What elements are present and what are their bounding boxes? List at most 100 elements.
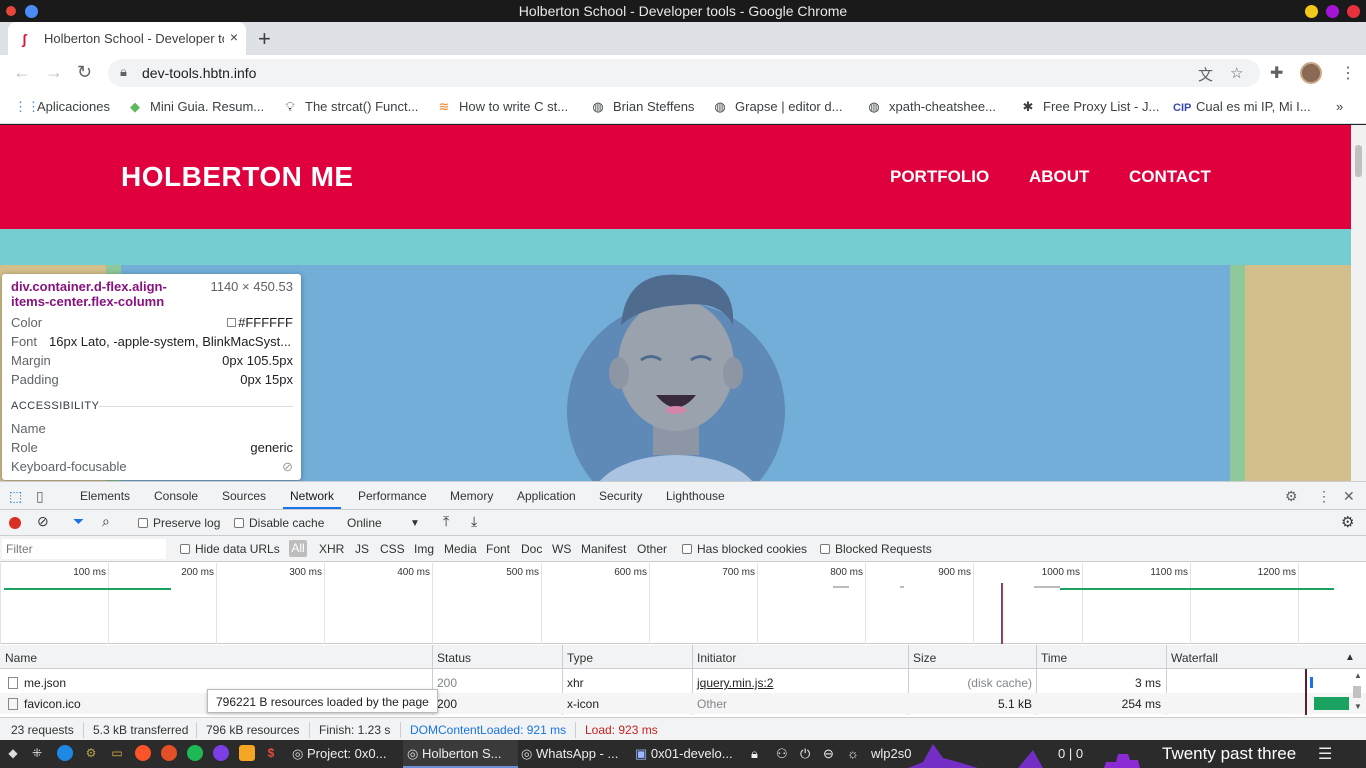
bookmarks-overflow-icon[interactable]: »: [1336, 99, 1343, 114]
browser-tab[interactable]: ʃ Holberton School - Developer tools ×: [8, 22, 246, 55]
reload-icon[interactable]: ↻: [77, 62, 92, 83]
tab-elements[interactable]: Elements: [80, 489, 130, 503]
filter-funnel-icon[interactable]: ⏷: [73, 513, 84, 530]
site-brand[interactable]: HOLBERTON ME: [121, 161, 354, 193]
filter-type-doc[interactable]: Doc: [521, 542, 542, 556]
extensions-puzzle-icon[interactable]: ✚: [1270, 63, 1283, 83]
power-icon[interactable]: ⏻: [800, 746, 810, 762]
chat-icon[interactable]: [239, 745, 255, 761]
nav-portfolio[interactable]: PORTFOLIO: [890, 167, 989, 187]
folder-icon[interactable]: ▭: [109, 745, 125, 761]
settings-gear-icon[interactable]: ⚙: [83, 745, 99, 761]
translate-icon[interactable]: 文: [1198, 64, 1213, 85]
lock-icon[interactable]: 🔒︎: [120, 64, 127, 80]
clear-icon[interactable]: ⊘: [37, 513, 49, 530]
record-button[interactable]: [9, 517, 21, 529]
nav-about[interactable]: ABOUT: [1029, 167, 1089, 187]
column-waterfall[interactable]: Waterfall: [1171, 651, 1218, 665]
sort-ascending-icon[interactable]: ▲: [1345, 652, 1355, 663]
launcher-icon[interactable]: ⁜: [29, 745, 45, 761]
minimize-button[interactable]: [1305, 5, 1318, 18]
close-window-button[interactable]: [1347, 5, 1360, 18]
back-arrow-icon[interactable]: ←: [13, 62, 31, 83]
devtools-menu-icon[interactable]: ⋮: [1317, 488, 1331, 505]
scroll-down-icon[interactable]: ▼: [1354, 702, 1362, 711]
maximize-button[interactable]: [1326, 5, 1339, 18]
bookmark-xpath[interactable]: ◍ xpath-cheatshee...: [866, 99, 996, 115]
bookmark-strcat[interactable]: 💡︎ The strcat() Funct...: [282, 99, 418, 115]
tab-performance[interactable]: Performance: [358, 489, 427, 503]
filter-type-media[interactable]: Media: [444, 542, 477, 556]
chrome-menu-icon[interactable]: ⋮: [1340, 63, 1356, 83]
tab-sources[interactable]: Sources: [222, 489, 266, 503]
device-toolbar-icon[interactable]: ▯: [36, 488, 44, 505]
slack-icon[interactable]: [161, 745, 177, 761]
new-tab-button[interactable]: +: [258, 26, 271, 52]
hamburger-menu-icon[interactable]: ☰: [1318, 744, 1332, 764]
address-bar[interactable]: 🔒︎ dev-tools.hbtn.info 文 ☆: [108, 59, 1260, 87]
scroll-up-icon[interactable]: ▲: [1354, 671, 1362, 680]
no-entry-icon[interactable]: ⊖: [823, 746, 834, 762]
table-scrollbar[interactable]: ▲ ▼: [1350, 671, 1365, 716]
users-icon[interactable]: ⚇: [776, 746, 788, 762]
brightness-icon[interactable]: ☼: [847, 746, 859, 761]
blocked-requests-checkbox[interactable]: Blocked Requests: [820, 542, 932, 556]
preserve-log-checkbox[interactable]: Preserve log: [138, 516, 220, 530]
profile-avatar[interactable]: [1300, 62, 1322, 84]
column-size[interactable]: Size: [913, 651, 936, 665]
tab-network[interactable]: Network: [290, 489, 334, 503]
network-overview-timeline[interactable]: 100 ms 200 ms 300 ms 400 ms 500 ms 600 m…: [0, 563, 1366, 644]
tab-application[interactable]: Application: [517, 489, 576, 503]
initiator-link[interactable]: jquery.min.js:2: [697, 676, 773, 690]
has-blocked-cookies-checkbox[interactable]: Has blocked cookies: [682, 542, 807, 556]
network-settings-gear-icon[interactable]: ⚙: [1341, 513, 1354, 531]
filter-type-js[interactable]: JS: [355, 542, 369, 556]
table-row[interactable]: favicon.ico 200 x-icon Other 5.1 kB 254 …: [0, 693, 1366, 714]
close-devtools-icon[interactable]: ✕: [1343, 488, 1355, 505]
column-time[interactable]: Time: [1041, 651, 1067, 665]
throttling-select[interactable]: Online: [347, 516, 382, 530]
bookmark-cual-es-mi-ip[interactable]: CIP Cual es mi IP, Mi I...: [1173, 99, 1311, 114]
filter-input[interactable]: [2, 539, 166, 559]
taskbar-item-whatsapp[interactable]: ◎ WhatsApp - ...: [521, 746, 618, 762]
tab-lighthouse[interactable]: Lighthouse: [666, 489, 725, 503]
taskbar-item-project[interactable]: ◎ Project: 0x0...: [292, 746, 386, 762]
page-scrollbar-thumb[interactable]: [1355, 145, 1362, 177]
url-text[interactable]: dev-tools.hbtn.info: [142, 65, 256, 81]
table-row[interactable]: me.json 200 xhr jquery.min.js:2 (disk ca…: [0, 672, 1366, 693]
bookmark-brian-steffens[interactable]: ◍ Brian Steffens: [590, 99, 694, 115]
nav-contact[interactable]: CONTACT: [1129, 167, 1211, 187]
brave-icon[interactable]: [135, 745, 151, 761]
lock-icon[interactable]: 🔒︎: [751, 746, 758, 762]
filter-type-ws[interactable]: WS: [552, 542, 571, 556]
search-icon[interactable]: ⌕: [102, 513, 110, 530]
apps-menu-icon[interactable]: ◆: [5, 745, 21, 761]
export-har-icon[interactable]: ⤓: [471, 513, 477, 530]
hide-data-urls-checkbox[interactable]: Hide data URLs: [180, 542, 280, 556]
bookmark-mini-guia[interactable]: ◆ Mini Guia. Resum...: [127, 99, 264, 115]
tab-console[interactable]: Console: [154, 489, 198, 503]
disable-cache-checkbox[interactable]: Disable cache: [234, 516, 324, 530]
bookmark-apps[interactable]: ⋮⋮Aplicaciones: [14, 99, 110, 115]
bookmark-grapse[interactable]: ◍ Grapse | editor d...: [712, 99, 842, 115]
dollar-icon[interactable]: $: [263, 745, 279, 761]
inspect-element-icon[interactable]: ⬚: [9, 488, 22, 505]
filter-type-other[interactable]: Other: [637, 542, 667, 556]
page-scrollbar[interactable]: [1351, 125, 1366, 481]
forward-arrow-icon[interactable]: →: [45, 62, 63, 83]
spotify-icon[interactable]: [187, 745, 203, 761]
filter-type-font[interactable]: Font: [486, 542, 510, 556]
filter-type-css[interactable]: CSS: [380, 542, 405, 556]
filter-type-manifest[interactable]: Manifest: [581, 542, 626, 556]
bookmark-how-to-write-c[interactable]: ≋ How to write C st...: [436, 99, 569, 115]
table-scrollbar-thumb[interactable]: [1353, 686, 1361, 698]
bookmark-free-proxy[interactable]: ✱ Free Proxy List - J...: [1020, 99, 1160, 115]
taskbar-item-terminal[interactable]: ▣ 0x01-develo...: [635, 746, 733, 762]
column-type[interactable]: Type: [567, 651, 593, 665]
tab-memory[interactable]: Memory: [450, 489, 493, 503]
column-initiator[interactable]: Initiator: [697, 651, 736, 665]
chevron-down-icon[interactable]: ▼: [410, 518, 420, 529]
vpn-icon[interactable]: [213, 745, 229, 761]
column-status[interactable]: Status: [437, 651, 471, 665]
filter-type-xhr[interactable]: XHR: [319, 542, 344, 556]
